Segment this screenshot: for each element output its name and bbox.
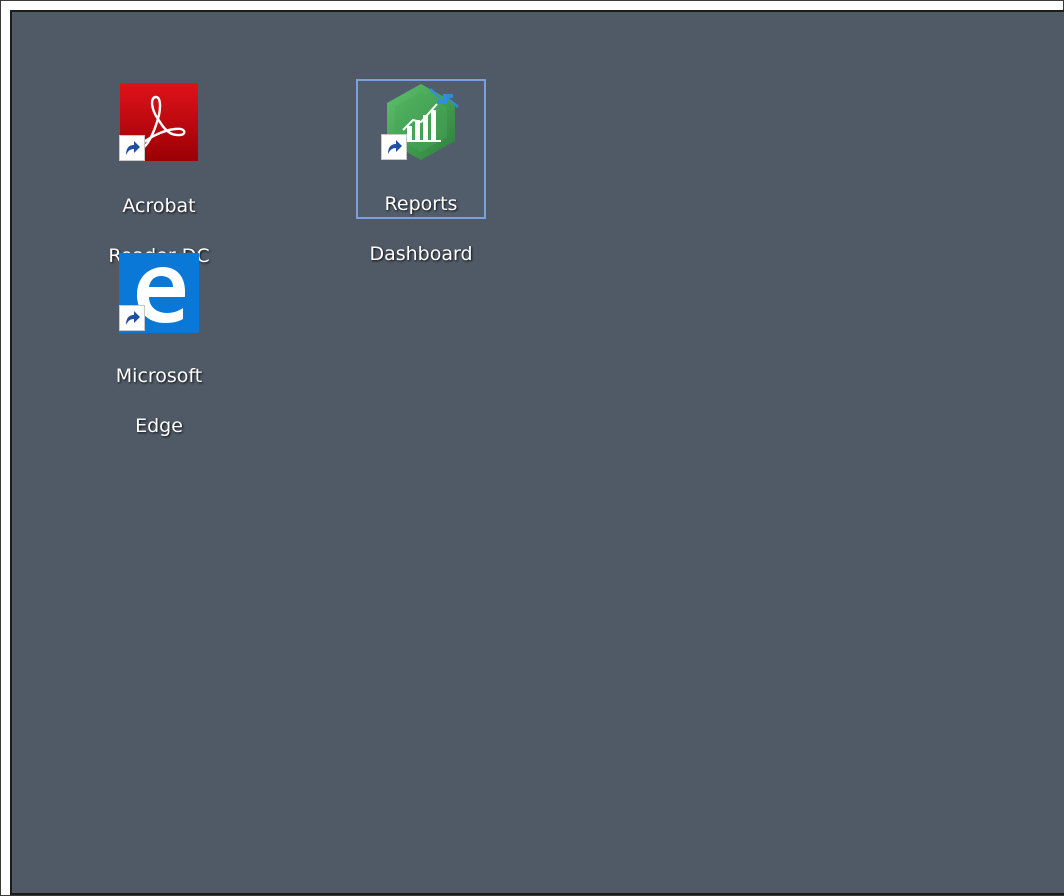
icon-label: Reports Dashboard (356, 167, 486, 292)
desktop[interactable]: Acrobat Reader DC (10, 10, 1064, 895)
desktop-icon-acrobat-reader[interactable]: Acrobat Reader DC (94, 80, 224, 267)
icon-label-line2: Dashboard (369, 243, 473, 265)
shortcut-arrow-icon (119, 305, 145, 331)
icon-label-line1: Microsoft (115, 365, 203, 387)
icon-label: Microsoft Edge (94, 339, 224, 464)
icon-label-line2: Edge (135, 415, 183, 437)
desktop-icon-reports-dashboard[interactable]: Reports Dashboard (356, 79, 486, 265)
icon-label-line1: Acrobat (122, 195, 196, 217)
shortcut-arrow-icon (381, 134, 407, 160)
shortcut-arrow-icon (119, 135, 145, 161)
screenshot-frame: Acrobat Reader DC (0, 0, 1064, 896)
icon-label-line1: Reports (384, 193, 458, 215)
desktop-icon-microsoft-edge[interactable]: Microsoft Edge (94, 250, 224, 437)
